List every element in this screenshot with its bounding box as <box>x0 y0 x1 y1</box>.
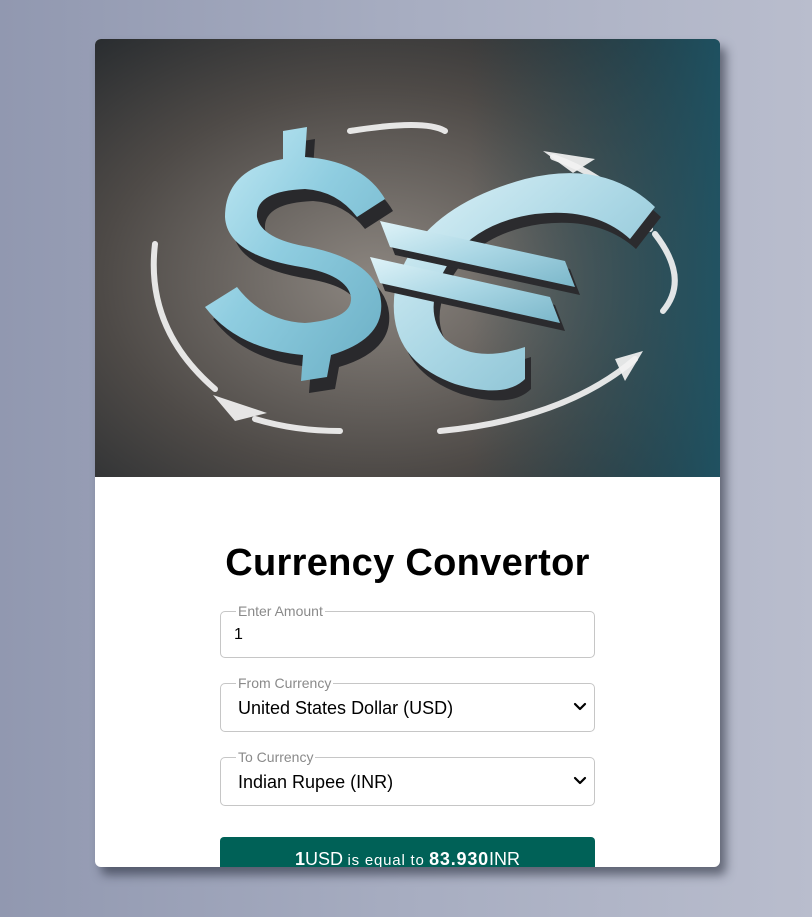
chevron-down-icon[interactable] <box>573 776 587 786</box>
result-to-code: INR <box>488 849 520 867</box>
to-currency-value[interactable]: Indian Rupee (INR) <box>238 771 393 793</box>
to-currency-select[interactable]: To Currency Indian Rupee (INR) <box>220 748 595 806</box>
amount-label: Enter Amount <box>236 602 325 620</box>
result-converted-value: 83.930 <box>429 849 489 867</box>
amount-input[interactable]: 1 <box>234 625 243 645</box>
amount-field[interactable]: Enter Amount 1 <box>220 602 595 658</box>
to-currency-label: To Currency <box>236 748 316 766</box>
result-amount: 1 <box>295 849 306 867</box>
from-currency-label: From Currency <box>236 674 334 692</box>
page-title: Currency Convertor <box>225 542 590 584</box>
currency-exchange-hero-image <box>95 39 720 477</box>
conversion-result: 1USD is equal to 83.930INR <box>220 837 595 867</box>
converter-card: Currency Convertor Enter Amount 1 From C… <box>95 39 720 867</box>
chevron-down-icon[interactable] <box>573 702 587 712</box>
result-middle-text: is equal to <box>347 852 425 867</box>
from-currency-select[interactable]: From Currency United States Dollar (USD) <box>220 674 595 732</box>
result-from-code: USD <box>305 849 344 867</box>
from-currency-value[interactable]: United States Dollar (USD) <box>238 697 453 719</box>
